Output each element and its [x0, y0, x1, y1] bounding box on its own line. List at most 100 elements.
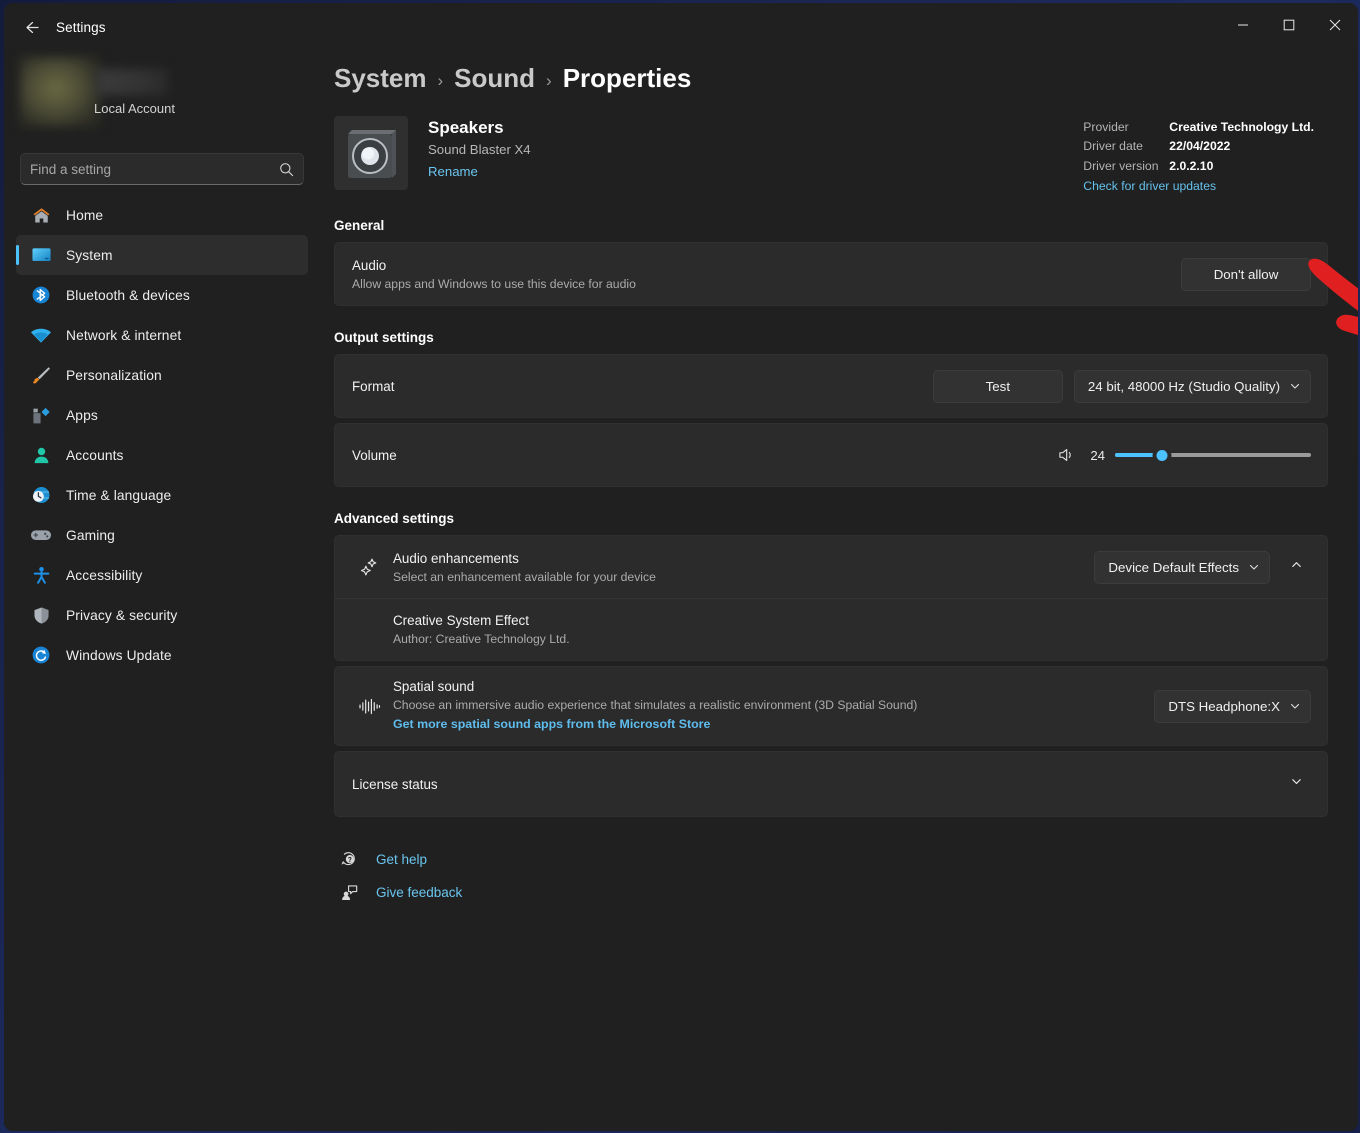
driver-version-label: Driver version — [1083, 158, 1159, 173]
search-input[interactable] — [30, 161, 279, 177]
content-area: System › Sound › Properties Speakers Sou… — [320, 51, 1358, 1131]
give-feedback-label: Give feedback — [376, 885, 463, 900]
driver-provider-label: Provider — [1083, 120, 1129, 134]
spatial-subtitle: Choose an immersive audio experience tha… — [393, 698, 918, 712]
spatial-store-link[interactable]: Get more spatial sound apps from the Mic… — [393, 717, 710, 731]
sidebar-item-label: Privacy & security — [66, 607, 178, 623]
spatial-sound-row: Spatial sound Choose an immersive audio … — [335, 667, 1327, 745]
format-value: 24 bit, 48000 Hz (Studio Quality) — [1087, 378, 1280, 394]
license-expander-button[interactable] — [1281, 769, 1311, 799]
get-help-link[interactable]: Get help — [338, 843, 1328, 876]
format-title: Format — [352, 378, 395, 394]
rename-link[interactable]: Rename — [428, 164, 478, 179]
give-feedback-link[interactable]: Give feedback — [338, 876, 1328, 909]
breadcrumb-item-system[interactable]: System — [334, 63, 427, 94]
breadcrumb-item-properties: Properties — [562, 63, 692, 93]
spatial-text: Spatial sound Choose an immersive audio … — [393, 679, 1154, 733]
sidebar-item-accounts[interactable]: Accounts — [16, 435, 308, 475]
window-body: Local Account Find a setting Home System… — [4, 51, 1358, 1131]
enhancements-expander-button[interactable] — [1281, 552, 1311, 582]
enhancements-subtitle: Select an enhancement available for your… — [393, 569, 656, 584]
sidebar-item-label: Accounts — [66, 447, 124, 463]
sidebar-item-bluetooth-devices[interactable]: Bluetooth & devices — [16, 275, 308, 315]
sidebar-item-privacy-security[interactable]: Privacy & security — [16, 595, 308, 635]
driver-info: Provider Creative Technology Ltd. Driver… — [1083, 118, 1314, 197]
enhancements-value: Device Default Effects — [1108, 559, 1239, 575]
driver-provider-value: Creative Technology Ltd. — [1169, 120, 1314, 134]
dont-allow-button[interactable]: Don't allow — [1181, 257, 1311, 291]
driver-date-value: 22/04/2022 — [1169, 139, 1231, 154]
license-title: License status — [352, 776, 438, 792]
volume-row: Volume 24 — [335, 424, 1327, 486]
breadcrumb: System › Sound › Properties — [334, 51, 1328, 94]
speaker-wave-icon[interactable] — [1058, 447, 1075, 463]
driver-provider-row: Provider Creative Technology Ltd. — [1083, 118, 1314, 137]
enhancements-text: Audio enhancements Select an enhancement… — [393, 551, 1094, 584]
format-dropdown[interactable]: 24 bit, 48000 Hz (Studio Quality) — [1073, 369, 1311, 403]
audio-enhancements-row: Audio enhancements Select an enhancement… — [335, 536, 1327, 598]
format-row: Format Test 24 bit, 48000 Hz (Studio Qua… — [335, 355, 1327, 417]
account-block[interactable]: Local Account — [16, 51, 308, 135]
chevron-down-icon — [1290, 775, 1303, 793]
volume-slider[interactable] — [1115, 445, 1311, 465]
clock-globe-icon — [28, 484, 54, 506]
back-button[interactable] — [12, 11, 48, 43]
footer-links: Get help Give feedback — [334, 843, 1328, 909]
spatial-actions: DTS Headphone:X — [1154, 689, 1311, 723]
spatial-title: Spatial sound — [393, 679, 475, 694]
sidebar-item-time-language[interactable]: Time & language — [16, 475, 308, 515]
check-driver-updates-link[interactable]: Check for driver updates — [1083, 177, 1216, 196]
settings-window: Settings Local Account Find a setting Ho… — [4, 3, 1358, 1131]
close-button[interactable] — [1312, 3, 1358, 51]
sidebar: Local Account Find a setting Home System… — [4, 51, 320, 1131]
get-help-label: Get help — [376, 852, 428, 867]
wifi-icon — [28, 324, 54, 346]
license-text: License status — [352, 777, 1281, 792]
sidebar-item-label: Gaming — [66, 527, 115, 543]
sidebar-item-accessibility[interactable]: Accessibility — [16, 555, 308, 595]
slider-thumb[interactable] — [1152, 445, 1172, 465]
maximize-button[interactable] — [1266, 3, 1312, 51]
chevron-up-icon — [1290, 558, 1303, 576]
audio-subtitle: Allow apps and Windows to use this devic… — [352, 276, 636, 291]
account-name-redacted — [96, 69, 168, 95]
test-button[interactable]: Test — [932, 369, 1063, 403]
spatial-value: DTS Headphone:X — [1168, 698, 1280, 714]
effect-text: Creative System Effect Author: Creative … — [393, 613, 1311, 646]
minimize-button[interactable] — [1220, 3, 1266, 51]
license-status-card[interactable]: License status — [334, 751, 1328, 817]
sidebar-item-apps[interactable]: Apps — [16, 395, 308, 435]
paintbrush-icon — [28, 364, 54, 386]
feedback-icon — [338, 884, 360, 901]
creative-system-effect-row: Creative System Effect Author: Creative … — [335, 598, 1327, 660]
minimize-icon — [1237, 18, 1249, 36]
speaker-icon — [334, 116, 408, 190]
search-box[interactable] — [20, 153, 304, 185]
volume-card: Volume 24 — [334, 423, 1328, 487]
sidebar-item-windows-update[interactable]: Windows Update — [16, 635, 308, 675]
sidebar-item-gaming[interactable]: Gaming — [16, 515, 308, 555]
sidebar-item-personalization[interactable]: Personalization — [16, 355, 308, 395]
search-icon — [279, 162, 294, 177]
effect-author: Author: Creative Technology Ltd. — [393, 632, 570, 646]
sidebar-item-home[interactable]: Home — [16, 195, 308, 235]
waveform-icon — [352, 697, 386, 716]
sidebar-item-network-internet[interactable]: Network & internet — [16, 315, 308, 355]
audio-row-actions: Don't allow — [1181, 257, 1311, 291]
person-icon — [28, 444, 54, 466]
accessibility-icon — [28, 564, 54, 586]
enhancements-dropdown[interactable]: Device Default Effects — [1094, 550, 1270, 584]
driver-version-row: Driver version 2.0.2.10 — [1083, 157, 1314, 176]
sidebar-item-system[interactable]: System — [16, 235, 308, 275]
device-header: Speakers Sound Blaster X4 Rename Provide… — [334, 116, 1328, 194]
breadcrumb-separator: › — [437, 70, 444, 90]
driver-version-value: 2.0.2.10 — [1169, 158, 1214, 173]
avatar — [20, 57, 100, 127]
sidebar-item-label: Time & language — [66, 487, 172, 503]
enhancements-card: Audio enhancements Select an enhancement… — [334, 535, 1328, 661]
breadcrumb-item-sound[interactable]: Sound — [454, 63, 535, 94]
format-row-text: Format — [352, 379, 933, 394]
license-status-row[interactable]: License status — [335, 752, 1327, 816]
spatial-dropdown[interactable]: DTS Headphone:X — [1154, 689, 1311, 723]
chevron-down-icon — [1289, 380, 1301, 392]
